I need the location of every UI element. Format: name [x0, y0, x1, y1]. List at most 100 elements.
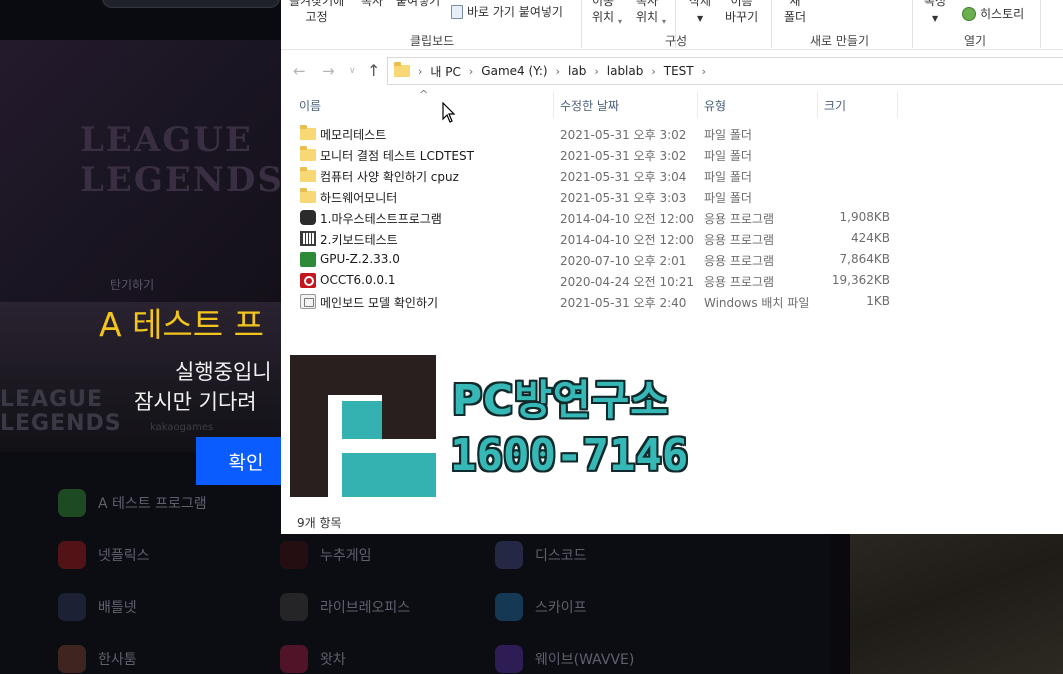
app-icon: [280, 541, 308, 569]
file-date: 2014-04-10 오전 12:00: [560, 212, 695, 226]
move-to-button[interactable]: 이동 위치 ▾: [592, 0, 622, 26]
app-label: 디스코드: [535, 548, 587, 564]
breadcrumb-test[interactable]: TEST: [664, 64, 694, 78]
launcher-topbar: [0, 0, 290, 40]
column-divider[interactable]: [697, 92, 698, 118]
history-button[interactable]: 히스토리: [962, 6, 1024, 22]
column-divider[interactable]: [553, 92, 554, 118]
move-to-label: 이동 위치: [592, 0, 615, 24]
column-header-size[interactable]: 크기: [824, 97, 846, 114]
dialog-title: A 테스트 프: [99, 305, 264, 344]
watermark-brand-text: PC방연구소: [452, 376, 670, 424]
app-shortcut[interactable]: 넷플릭스: [58, 541, 150, 569]
app-label: 웨이브(WAVVE): [535, 652, 635, 668]
breadcrumb-drive[interactable]: Game4 (Y:): [481, 64, 547, 78]
group-organize-label: 구성: [665, 34, 688, 48]
breadcrumb-lablab[interactable]: lablab: [607, 64, 644, 78]
app-label: 한사툼: [98, 652, 137, 668]
watermark-logo-icon: [290, 355, 436, 497]
app-icon: [280, 593, 308, 621]
breadcrumb-this-pc[interactable]: 내 PC: [430, 63, 460, 80]
file-list: 메모리테스트 2021-05-31 오후 3:02 파일 폴더 모니터 결점 테스트 …: [281, 123, 1063, 312]
app-gpuz-icon: [300, 252, 316, 267]
app-shortcut[interactable]: 디스코드: [495, 541, 587, 569]
file-row[interactable]: 컴퓨터 사양 확인하기 cpuz 2021-05-31 오후 3:04 파일 폴더: [281, 165, 1063, 186]
file-row[interactable]: OCCT6.0.0.1 2020-04-24 오전 10:21 응용 프로그램 19,…: [281, 270, 1063, 291]
file-type: 파일 폴더: [704, 170, 752, 184]
rename-button[interactable]: 이름 바꾸기: [725, 0, 758, 25]
chevron-right-icon[interactable]: ›: [702, 65, 706, 78]
app-icon: [58, 489, 86, 517]
chevron-right-icon[interactable]: ›: [556, 65, 560, 78]
file-row[interactable]: 하드웨어모니터 2021-05-31 오후 3:03 파일 폴더: [281, 186, 1063, 207]
app-shortcut[interactable]: 왓차: [280, 645, 346, 673]
sort-ascending-icon: ^: [419, 88, 429, 101]
file-name: 메모리테스트: [320, 128, 387, 142]
app-shortcut[interactable]: 스카이프: [495, 593, 587, 621]
dialog-wait-text: 잠시만 기다려: [134, 390, 257, 414]
app-icon: [280, 645, 308, 673]
file-name: 2.키보드테스트: [320, 233, 398, 247]
file-row[interactable]: 메인보드 모델 확인하기 2021-05-31 오후 2:40 Windows 배치…: [281, 291, 1063, 312]
app-shortcut[interactable]: 배틀넷: [58, 593, 137, 621]
file-date: 2021-05-31 오후 3:04: [560, 170, 687, 184]
chevron-down-icon: ▾: [662, 17, 667, 26]
column-divider[interactable]: [897, 92, 898, 118]
app-label: 누추게임: [320, 548, 372, 564]
column-header-date[interactable]: 수정한 날짜: [560, 97, 619, 114]
app-shortcut[interactable]: 라이브레오피스: [280, 593, 410, 621]
paste-shortcut-button[interactable]: 바로 가기 붙여넣기: [451, 4, 563, 20]
app-keyboard-icon: [300, 231, 316, 246]
app-shortcut[interactable]: A 테스트 프로그램: [58, 489, 207, 517]
breadcrumb-lab[interactable]: lab: [568, 64, 586, 78]
app-label: 스카이프: [535, 600, 587, 616]
file-size: 7,864KB: [839, 252, 890, 266]
file-type: 파일 폴더: [704, 191, 752, 205]
column-header-name[interactable]: 이름: [299, 97, 321, 114]
app-shortcut[interactable]: 웨이브(WAVVE): [495, 645, 634, 673]
address-bar[interactable]: › 내 PC › Game4 (Y:) › lab › lablab › TES…: [387, 57, 1063, 85]
back-arrow-icon[interactable]: ←: [293, 62, 306, 80]
file-name: 하드웨어모니터: [320, 191, 398, 205]
app-label: 라이브레오피스: [320, 600, 411, 616]
group-clipboard-label: 클립보드: [410, 34, 455, 48]
launcher-search-pill[interactable]: [102, 0, 280, 8]
up-arrow-icon[interactable]: ↑: [367, 61, 380, 80]
folder-icon: [394, 62, 410, 77]
chevron-right-icon[interactable]: ›: [469, 65, 473, 78]
file-row[interactable]: GPU-Z.2.33.0 2020-07-10 오후 2:01 응용 프로그램 7,8…: [281, 249, 1063, 270]
forward-arrow-icon[interactable]: →: [322, 62, 335, 80]
paste-shortcut-label: 바로 가기 붙여넣기: [467, 5, 563, 19]
app-shortcut[interactable]: 한사툼: [58, 645, 137, 673]
file-row[interactable]: 2.키보드테스트 2014-04-10 오전 12:00 응용 프로그램 424KB: [281, 228, 1063, 249]
paste-button[interactable]: 붙여넣기: [396, 0, 440, 9]
recent-locations-icon[interactable]: ∨: [349, 66, 356, 76]
properties-button[interactable]: 속성 ▼: [924, 0, 946, 27]
file-row[interactable]: 메모리테스트 2021-05-31 오후 3:02 파일 폴더: [281, 123, 1063, 144]
column-headers: ^ 이름 수정한 날짜 유형 크기: [281, 88, 1063, 118]
watermark-phone-text: 1600-7146: [450, 430, 689, 481]
new-folder-button[interactable]: 새 폴더: [784, 0, 806, 25]
copy-button[interactable]: 복사: [361, 0, 383, 9]
file-type: 파일 폴더: [704, 128, 752, 142]
file-type: 파일 폴더: [704, 149, 752, 163]
folder-icon: [300, 167, 316, 182]
group-open-label: 열기: [964, 34, 987, 48]
app-label: 배틀넷: [98, 600, 137, 616]
app-shortcut[interactable]: 누추게임: [280, 541, 372, 569]
banner-play-label[interactable]: 탄기하기: [110, 276, 154, 293]
chevron-right-icon[interactable]: ›: [651, 65, 655, 78]
chevron-right-icon[interactable]: ›: [594, 65, 598, 78]
file-size: 1KB: [866, 294, 890, 308]
file-row[interactable]: 모니터 결점 테스트 LCDTEST 2021-05-31 오후 3:02 파일 폴…: [281, 144, 1063, 165]
copy-to-button[interactable]: 복사 위치 ▾: [636, 0, 666, 26]
delete-button[interactable]: 삭제 ▼: [689, 0, 711, 27]
file-row[interactable]: 1.마우스테스트프로그램 2014-04-10 오전 12:00 응용 프로그램 1,…: [281, 207, 1063, 228]
folder-icon: [300, 188, 316, 203]
app-icon: [58, 645, 86, 673]
pin-quick-access-button[interactable]: 즐겨찾기에 고정: [289, 0, 344, 25]
column-header-type[interactable]: 유형: [704, 97, 726, 114]
column-divider[interactable]: [817, 92, 818, 118]
dialog-running-text: 실행중입니: [175, 360, 272, 384]
file-size: 424KB: [850, 231, 890, 245]
